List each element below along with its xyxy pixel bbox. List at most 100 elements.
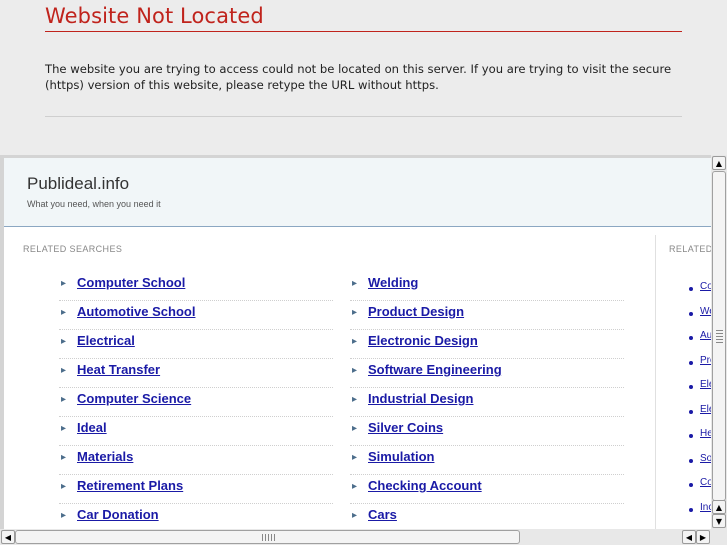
- sidebar-link[interactable]: We: [700, 306, 711, 317]
- error-panel: Website Not Located The website you are …: [0, 0, 727, 155]
- scroll-down-icon[interactable]: ▼: [712, 514, 726, 528]
- list-item: ▸ Electronic Design: [350, 330, 624, 359]
- arrow-icon: ▸: [61, 394, 67, 405]
- related-link[interactable]: Automotive School: [77, 304, 195, 319]
- related-link[interactable]: Heat Transfer: [77, 362, 160, 377]
- list-item: ▸ Ideal: [59, 417, 333, 446]
- horizontal-scrollbar[interactable]: ◀ ◀ ▶: [0, 529, 727, 545]
- list-item: ▸ Heat Transfer: [59, 359, 333, 388]
- related-link[interactable]: Simulation: [368, 449, 434, 464]
- arrow-icon: ▸: [352, 481, 358, 492]
- arrow-icon: ▸: [352, 278, 358, 289]
- arrow-icon: ▸: [61, 423, 67, 434]
- related-links-left: ▸ Computer School ▸ Automotive School ▸ Ele…: [59, 272, 333, 529]
- sidebar-link[interactable]: Co: [700, 281, 711, 292]
- arrow-icon: ▸: [61, 365, 67, 376]
- arrow-icon: ▸: [61, 481, 67, 492]
- related-link[interactable]: Computer Science: [77, 391, 191, 406]
- related-links-right: ▸ Welding ▸ Product Design ▸ Electronic Des…: [350, 272, 624, 529]
- scroll-up-icon[interactable]: ▲: [712, 156, 726, 170]
- list-item: ▸ Software Engineering: [350, 359, 624, 388]
- sidebar-link[interactable]: He: [700, 428, 711, 439]
- arrow-icon: ▸: [352, 452, 358, 463]
- related-link[interactable]: Retirement Plans: [77, 478, 183, 493]
- grip-icon: [262, 534, 276, 541]
- list-item: ▸ Product Design: [350, 301, 624, 330]
- bullet-icon: [689, 483, 693, 487]
- sidebar-related: RELATED Co We Aut Pro Ele Ele He So Co I…: [655, 235, 711, 529]
- related-link[interactable]: Cars: [368, 507, 397, 522]
- related-link[interactable]: Car Donation: [77, 507, 159, 522]
- sidebar-link[interactable]: Ele: [700, 379, 711, 390]
- related-link[interactable]: Product Design: [368, 304, 464, 319]
- related-link[interactable]: Materials: [77, 449, 133, 464]
- list-item: ▸ Checking Account: [350, 475, 624, 504]
- list-item: ▸ Silver Coins: [350, 417, 624, 446]
- error-title: Website Not Located: [45, 4, 264, 28]
- embedded-frame: Publideal.info What you need, when you n…: [0, 155, 727, 545]
- sidebar-link[interactable]: Inc: [700, 502, 711, 513]
- vertical-scroll-thumb[interactable]: [712, 171, 726, 501]
- bullet-icon: [689, 458, 693, 463]
- title-divider: [45, 31, 682, 32]
- bullet-icon: [689, 507, 693, 512]
- arrow-icon: ▸: [352, 394, 358, 405]
- bullet-icon: [689, 287, 693, 291]
- scroll-right-icon[interactable]: ▶: [696, 530, 710, 544]
- sidebar-link[interactable]: Ele: [700, 404, 711, 415]
- bullet-icon: [689, 336, 693, 340]
- list-item: ▸ Welding: [350, 272, 624, 301]
- site-title: Publideal.info: [27, 174, 130, 193]
- arrow-icon: ▸: [352, 423, 358, 434]
- arrow-icon: ▸: [61, 278, 67, 289]
- sidebar-link[interactable]: Aut: [700, 330, 711, 341]
- sidebar-related-label: RELATED: [669, 244, 711, 254]
- related-link[interactable]: Software Engineering: [368, 362, 502, 377]
- list-item: ▸ Automotive School: [59, 301, 333, 330]
- bullet-icon: [689, 311, 693, 316]
- vertical-scrollbar[interactable]: ▲ ▲ ▼: [711, 155, 727, 529]
- arrow-icon: ▸: [352, 336, 358, 347]
- sidebar-link[interactable]: So: [700, 453, 711, 464]
- arrow-icon: ▸: [352, 365, 358, 376]
- related-link[interactable]: Welding: [368, 275, 418, 290]
- list-item: ▸ Computer School: [59, 272, 333, 301]
- arrow-icon: ▸: [352, 307, 358, 318]
- bullet-icon: [689, 360, 693, 365]
- list-item: ▸ Car Donation: [59, 504, 333, 529]
- site-tagline: What you need, when you need it: [27, 199, 161, 209]
- frame-viewport: Publideal.info What you need, when you n…: [4, 158, 711, 529]
- list-item: ▸ Retirement Plans: [59, 475, 333, 504]
- scroll-up-icon[interactable]: ▲: [712, 500, 726, 514]
- list-item: ▸ Simulation: [350, 446, 624, 475]
- bullet-icon: [689, 385, 693, 389]
- arrow-icon: ▸: [61, 307, 67, 318]
- related-link[interactable]: Electronic Design: [368, 333, 478, 348]
- scroll-left-icon[interactable]: ◀: [682, 530, 696, 544]
- bullet-icon: [689, 434, 693, 438]
- horizontal-scroll-thumb[interactable]: [15, 530, 520, 544]
- sidebar-link[interactable]: Pro: [700, 355, 711, 366]
- scroll-left-icon[interactable]: ◀: [1, 530, 15, 544]
- list-item: ▸ Electrical: [59, 330, 333, 359]
- related-link[interactable]: Ideal: [77, 420, 107, 435]
- list-item: ▸ Cars: [350, 504, 624, 529]
- arrow-icon: ▸: [61, 452, 67, 463]
- arrow-icon: ▸: [61, 336, 67, 347]
- related-link[interactable]: Industrial Design: [368, 391, 473, 406]
- related-link[interactable]: Electrical: [77, 333, 135, 348]
- list-item: ▸ Computer Science: [59, 388, 333, 417]
- grip-icon: [716, 330, 723, 344]
- related-link[interactable]: Computer School: [77, 275, 185, 290]
- list-item: ▸ Materials: [59, 446, 333, 475]
- bullet-icon: [689, 409, 693, 414]
- related-link[interactable]: Silver Coins: [368, 420, 443, 435]
- arrow-icon: ▸: [61, 510, 67, 521]
- error-message: The website you are trying to access cou…: [45, 62, 672, 92]
- related-searches-label: RELATED SEARCHES: [23, 244, 123, 254]
- sidebar-link[interactable]: Co: [700, 477, 711, 488]
- list-item: ▸ Industrial Design: [350, 388, 624, 417]
- site-header: Publideal.info What you need, when you n…: [4, 158, 711, 227]
- arrow-icon: ▸: [352, 510, 358, 521]
- related-link[interactable]: Checking Account: [368, 478, 482, 493]
